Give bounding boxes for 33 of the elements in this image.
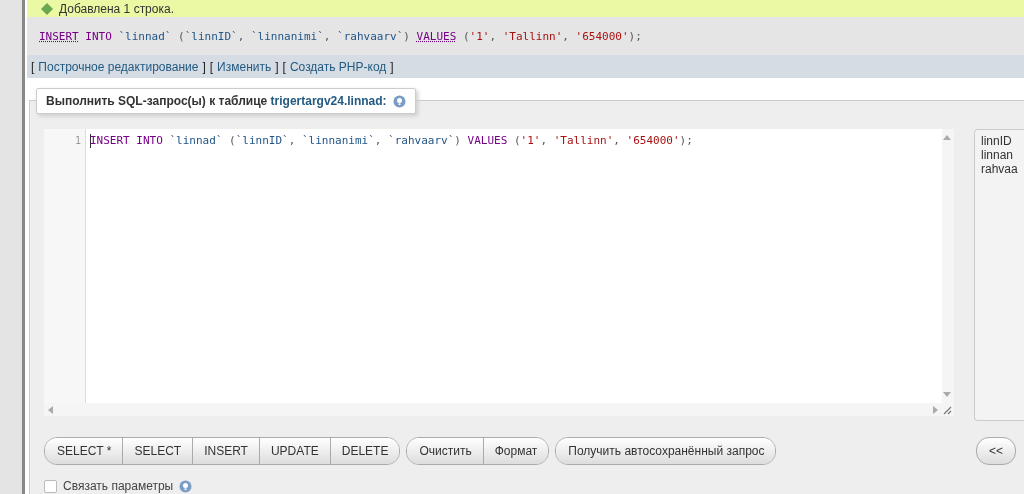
- bracket: [: [31, 59, 35, 74]
- bind-parameters-checkbox[interactable]: [44, 479, 57, 493]
- bracket: ]: [390, 59, 394, 74]
- scroll-up-icon[interactable]: [942, 135, 951, 140]
- bind-parameters-label: Связать параметры: [63, 479, 174, 493]
- bracket: ]: [202, 59, 206, 74]
- action-link[interactable]: Создать PHP-код: [289, 59, 387, 74]
- action-link[interactable]: Построчное редактирование: [38, 59, 199, 74]
- code-line: INSERT INTO `linnad` (`linnID`, `linnanimi`, `rahvaarv`) VALUES ('1', 'Tallinn', '654000');: [90, 134, 693, 149]
- executed-query: INSERT INTO `linnad` (`linnID`, `linnanimi`, `rahvaarv`) VALUES ('1', 'Tallinn', '654000');: [39, 29, 642, 43]
- insert-column-button[interactable]: <<: [976, 437, 1016, 465]
- column-list[interactable]: linnID linnan rahvaa: [974, 129, 1024, 421]
- line-number: 1: [74, 134, 82, 146]
- action-link[interactable]: Изменить: [217, 59, 272, 74]
- help-icon[interactable]: [392, 94, 406, 108]
- bracket: [: [209, 59, 214, 74]
- scroll-down-icon[interactable]: [942, 392, 951, 397]
- column-option[interactable]: rahvaa: [981, 162, 1024, 176]
- bracket: [: [282, 59, 286, 74]
- column-option[interactable]: linnan: [981, 148, 1024, 162]
- success-icon: [41, 2, 53, 15]
- sql-editor[interactable]: 1 INSERT INTO `linnad` (`linnID`, `linnanimi`, `rahvaarv`) VALUES ('1', 'Tallinn', '654000');: [44, 129, 954, 416]
- help-icon[interactable]: [179, 479, 193, 493]
- column-option[interactable]: linnID: [981, 134, 1024, 148]
- bracket: ]: [275, 59, 279, 74]
- query-button[interactable]: Получить автосохранённый запрос: [556, 438, 776, 464]
- success-message: Добавлена 1 строка.: [41, 1, 174, 16]
- resize-grip-icon[interactable]: [942, 405, 952, 415]
- scroll-right-icon[interactable]: [933, 405, 938, 414]
- query-button[interactable]: DELETE: [329, 438, 400, 464]
- scroll-left-icon[interactable]: [48, 405, 53, 414]
- legend-title: Выполнить SQL-запрос(ы) к таблице trigertargv24.linnad:: [46, 94, 387, 108]
- query-button[interactable]: Формат: [482, 438, 549, 464]
